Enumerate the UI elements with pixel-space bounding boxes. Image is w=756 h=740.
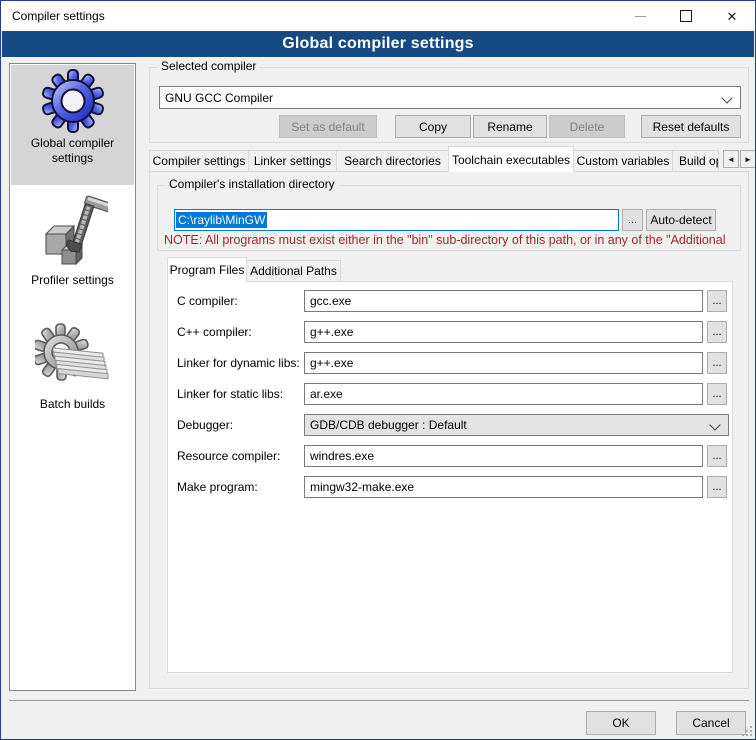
settings-category-list: Global compiler settings [9,63,136,691]
tab-custom-variables[interactable]: Custom variables [573,150,673,172]
copy-button[interactable]: Copy [395,115,471,138]
arrow-left-icon: ◄ [727,155,735,164]
button-label: Copy [419,120,447,134]
static-linker-label: Linker for static libs: [177,387,302,401]
ellipsis-icon: ... [712,357,721,369]
reset-defaults-button[interactable]: Reset defaults [641,115,741,138]
c-compiler-input[interactable] [304,290,703,312]
dynamic-linker-label: Linker for dynamic libs: [177,356,302,370]
resize-grip[interactable] [742,726,752,736]
tab-label: Additional Paths [250,264,337,278]
ellipsis-icon: ... [712,450,721,462]
button-label: Rename [487,120,532,134]
c-compiler-label: C compiler: [177,294,302,308]
delete-button[interactable]: Delete [549,115,625,138]
footer-divider [9,700,749,701]
resource-compiler-label: Resource compiler: [177,449,302,463]
installation-directory-input[interactable]: C:\raylib\MinGW [174,209,619,231]
debugger-select[interactable]: GDB/CDB debugger : Default [304,414,729,436]
arrow-right-icon: ► [744,155,752,164]
dialog-header: Global compiler settings [2,31,754,57]
c-compiler-browse-button[interactable]: ... [707,290,727,312]
tab-label: Search directories [344,154,441,168]
ellipsis-icon: ... [628,214,637,226]
auto-detect-button[interactable]: Auto-detect [646,209,716,231]
sidebar-item-label: Batch builds [11,394,134,412]
cancel-button[interactable]: Cancel [676,711,746,735]
maximize-button[interactable] [663,1,709,31]
tab-label: Program Files [170,263,245,277]
tab-label: Compiler settings [153,154,246,168]
blue-gear-icon [41,69,105,133]
cpp-compiler-label: C++ compiler: [177,325,302,339]
tab-linker-settings[interactable]: Linker settings [248,150,337,172]
ok-button[interactable]: OK [586,711,656,735]
ellipsis-icon: ... [712,388,721,400]
title-bar: Compiler settings ✕ [1,1,755,31]
chevron-down-icon [709,419,720,430]
page-title: Global compiler settings [282,35,474,53]
sidebar-item-label: Global compiler settings [11,133,134,166]
ellipsis-icon: ... [712,295,721,307]
set-as-default-button[interactable]: Set as default [279,115,377,138]
note-text: NOTE: All programs must exist either in … [164,233,738,249]
resource-compiler-input[interactable] [304,445,703,467]
button-label: Cancel [692,716,729,730]
selected-compiler-group-label: Selected compiler [158,59,259,73]
debugger-label: Debugger: [177,418,302,432]
gear-stack-icon [35,320,111,394]
tab-label: Build options [679,154,719,168]
tab-label: Custom variables [577,154,670,168]
static-linker-browse-button[interactable]: ... [707,383,727,405]
sidebar-item-label: Profiler settings [11,270,134,288]
browse-directory-button[interactable]: ... [622,209,643,231]
close-icon: ✕ [727,10,738,23]
button-label: Auto-detect [650,213,711,227]
tab-scroll-right-button[interactable]: ► [740,150,756,168]
caliper-icon [38,194,108,270]
sidebar-item-batch-builds[interactable]: Batch builds [11,316,134,434]
close-button[interactable]: ✕ [709,1,755,31]
maximize-icon [680,10,692,22]
tab-program-files[interactable]: Program Files [167,257,247,282]
window-title: Compiler settings [12,9,105,23]
dynamic-linker-browse-button[interactable]: ... [707,352,727,374]
cpp-compiler-input[interactable] [304,321,703,343]
ellipsis-icon: ... [712,326,721,338]
tab-additional-paths[interactable]: Additional Paths [246,260,341,282]
sidebar-item-global-compiler-settings[interactable]: Global compiler settings [11,65,134,185]
tab-build-options[interactable]: Build options [672,150,719,172]
tab-search-directories[interactable]: Search directories [336,150,449,172]
selected-path-text: C:\raylib\MinGW [176,212,267,228]
debugger-select-value: GDB/CDB debugger : Default [310,418,467,432]
installation-directory-group-label: Compiler's installation directory [166,177,338,191]
cpp-compiler-browse-button[interactable]: ... [707,321,727,343]
dynamic-linker-input[interactable] [304,352,703,374]
compiler-select-value: GNU GCC Compiler [165,91,273,105]
make-program-label: Make program: [177,480,302,494]
make-program-browse-button[interactable]: ... [707,476,727,498]
button-label: Reset defaults [653,120,730,134]
tab-scroll-left-button[interactable]: ◄ [723,150,739,168]
button-label: Delete [570,120,605,134]
static-linker-input[interactable] [304,383,703,405]
button-label: OK [612,716,629,730]
resource-compiler-browse-button[interactable]: ... [707,445,727,467]
rename-button[interactable]: Rename [473,115,547,138]
tab-toolchain-executables[interactable]: Toolchain executables [448,146,574,172]
ellipsis-icon: ... [712,481,721,493]
minimize-button[interactable] [617,1,663,31]
compiler-select[interactable]: GNU GCC Compiler [159,86,741,109]
minimize-icon [635,16,646,17]
make-program-input[interactable] [304,476,703,498]
tab-label: Toolchain executables [452,153,570,167]
tab-label: Linker settings [254,154,331,168]
button-label: Set as default [291,120,364,134]
sidebar-item-profiler-settings[interactable]: Profiler settings [11,190,134,308]
compiler-settings-dialog: Compiler settings ✕ Global compiler sett… [0,0,756,740]
tab-compiler-settings[interactable]: Compiler settings [149,150,249,172]
chevron-down-icon [721,92,732,103]
